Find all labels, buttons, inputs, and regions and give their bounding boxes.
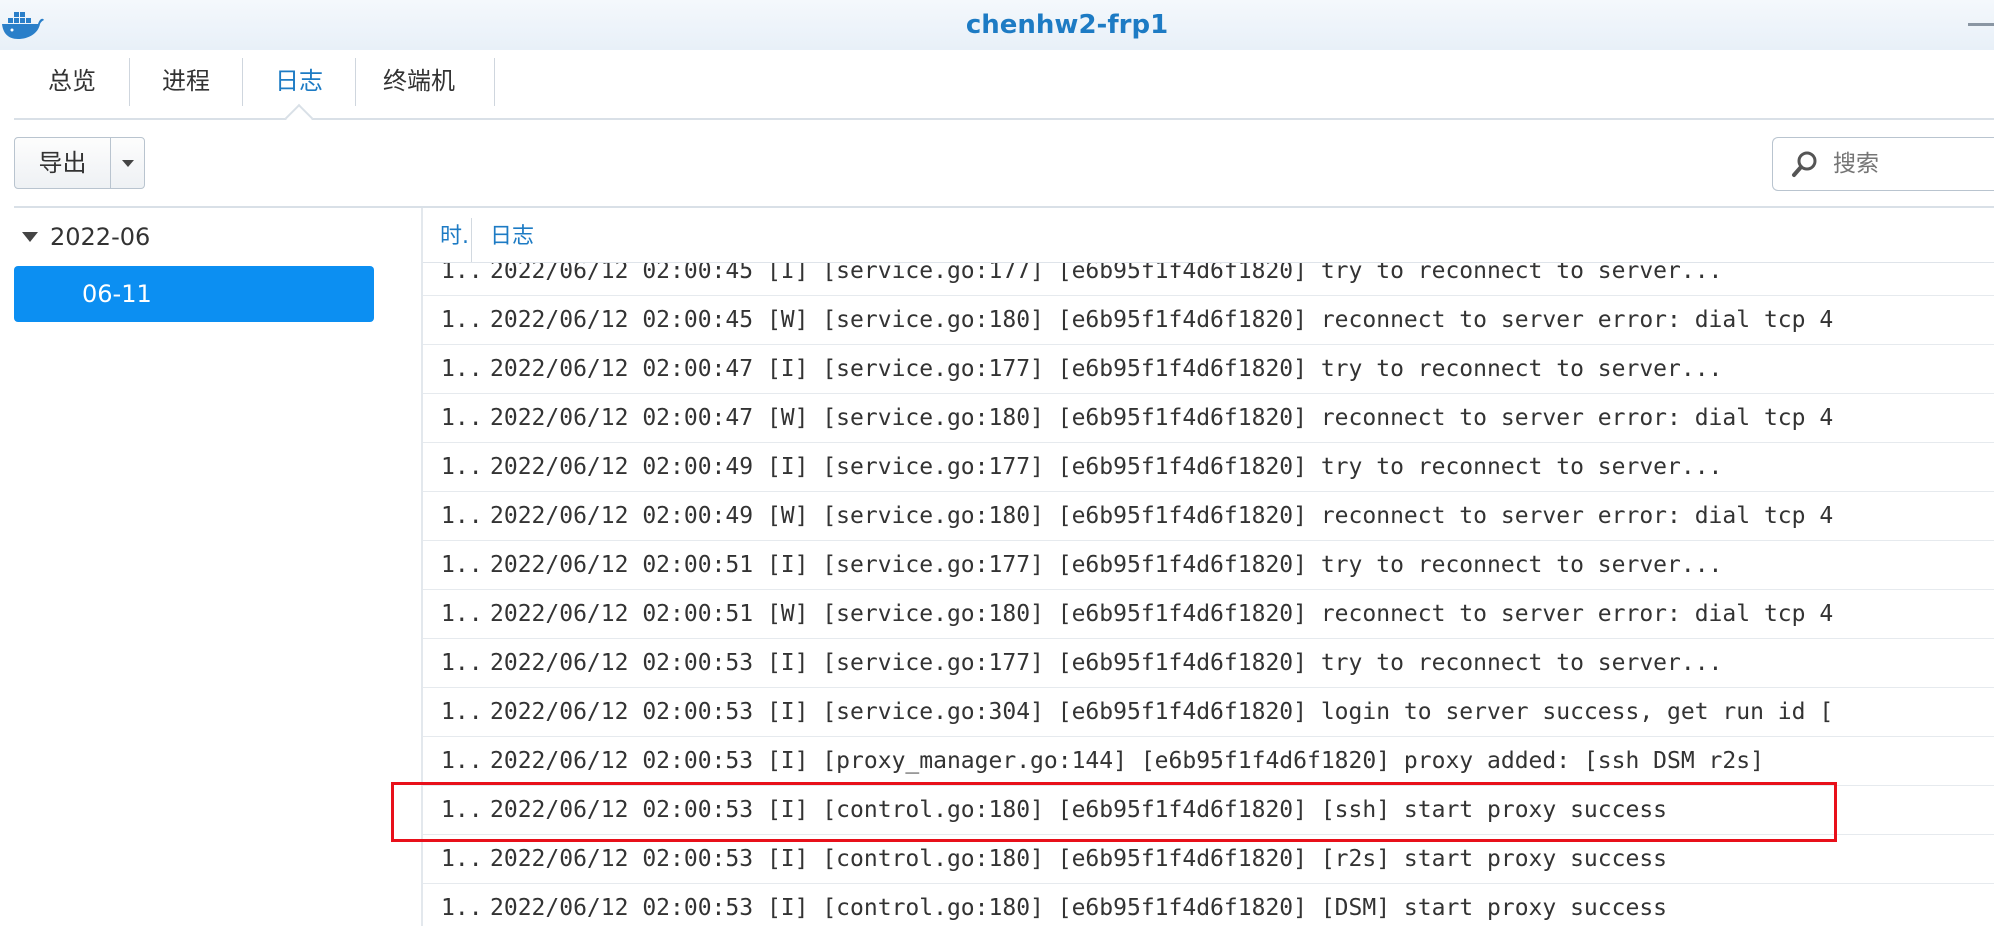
active-tab-indicator: [284, 103, 314, 133]
table-row[interactable]: 1.. 2022/06/12 02:00:53 [I] [control.go:1…: [423, 884, 1994, 926]
column-header-log[interactable]: 日志: [490, 212, 534, 262]
log-message-cell: 2022/06/12 02:00:53 [I] [service.go:177]…: [490, 650, 1723, 676]
toolbar-divider: [14, 206, 1994, 208]
log-message-cell: 2022/06/12 02:00:53 [I] [service.go:304]…: [490, 699, 1834, 725]
export-button-label[interactable]: 导出: [15, 138, 110, 188]
search-icon: [1792, 151, 1817, 177]
table-row[interactable]: 1.. 2022/06/12 02:00:47 [I] [service.go:1…: [423, 345, 1994, 394]
log-message-cell: 2022/06/12 02:00:53 [I] [control.go:180]…: [490, 895, 1668, 921]
log-time-cell: 1..: [441, 748, 483, 774]
tab-divider: [494, 58, 495, 106]
export-button[interactable]: 导出: [14, 137, 145, 189]
table-row[interactable]: 1.. 2022/06/12 02:00:51 [I] [service.go:1…: [423, 541, 1994, 590]
log-time-cell: 1..: [441, 552, 483, 578]
search-input[interactable]: [1833, 138, 1983, 190]
table-row[interactable]: 1.. 2022/06/12 02:00:53 [I] [proxy_manage…: [423, 737, 1994, 786]
log-time-cell: 1..: [441, 895, 483, 921]
table-row[interactable]: 1.. 2022/06/12 02:00:51 [W] [service.go:1…: [423, 590, 1994, 639]
log-message-cell: 2022/06/12 02:00:47 [W] [service.go:180]…: [490, 405, 1834, 431]
log-message-cell: 2022/06/12 02:00:45 [W] [service.go:180]…: [490, 307, 1834, 333]
log-time-cell: 1..: [441, 503, 483, 529]
log-message-cell: 2022/06/12 02:00:53 [I] [control.go:180]…: [490, 846, 1668, 872]
log-time-cell: 1..: [441, 454, 483, 480]
tree-node-year[interactable]: 2022-06: [50, 220, 150, 254]
table-row[interactable]: 1.. 2022/06/12 02:00:49 [I] [service.go:1…: [423, 443, 1994, 492]
tree-node-day-label: 06-11: [82, 280, 152, 308]
table-row[interactable]: 1.. 2022/06/12 02:00:45 [W] [service.go:1…: [423, 296, 1994, 345]
log-message-cell: 2022/06/12 02:00:47 [I] [service.go:177]…: [490, 356, 1723, 382]
log-time-cell: 1..: [441, 601, 483, 627]
log-message-cell: 2022/06/12 02:00:51 [I] [service.go:177]…: [490, 552, 1723, 578]
log-time-cell: 1..: [441, 699, 483, 725]
column-resize-handle[interactable]: [471, 218, 472, 262]
log-message-cell: 2022/06/12 02:00:49 [I] [service.go:177]…: [490, 454, 1723, 480]
minimize-icon[interactable]: [1968, 23, 1994, 26]
table-row[interactable]: 1.. 2022/06/12 02:00:53 [I] [service.go:3…: [423, 688, 1994, 737]
chevron-down-icon[interactable]: [22, 232, 38, 242]
chevron-down-icon[interactable]: [110, 138, 144, 188]
table-row[interactable]: 1.. 2022/06/12 02:00:47 [W] [service.go:1…: [423, 394, 1994, 443]
log-time-cell: 1..: [441, 650, 483, 676]
grid-header: 时. 日志: [423, 212, 1994, 263]
tab-process[interactable]: 进程: [130, 58, 242, 104]
table-row[interactable]: 1.. 2022/06/12 02:00:53 [I] [control.go:1…: [423, 835, 1994, 884]
log-message-cell: 2022/06/12 02:00:53 [I] [proxy_manager.g…: [490, 748, 1764, 774]
tab-terminal[interactable]: 终端机: [356, 58, 482, 104]
log-time-cell: 1..: [441, 405, 483, 431]
log-message-cell: 2022/06/12 02:00:49 [W] [service.go:180]…: [490, 503, 1834, 529]
log-time-cell: 1..: [441, 356, 483, 382]
column-header-time[interactable]: 时.: [440, 212, 469, 262]
table-row[interactable]: 1.. 2022/06/12 02:00:53 [I] [service.go:1…: [423, 639, 1994, 688]
tree-node-day-selected[interactable]: 06-11: [14, 266, 374, 322]
window-title: chenhw2-frp1: [965, 10, 1169, 40]
tab-log[interactable]: 日志: [243, 58, 355, 104]
highlight-box: [391, 782, 1837, 842]
table-row[interactable]: 1.. 2022/06/12 02:00:49 [W] [service.go:1…: [423, 492, 1994, 541]
tab-overview[interactable]: 总览: [14, 58, 130, 104]
log-message-cell: 2022/06/12 02:00:51 [W] [service.go:180]…: [490, 601, 1834, 627]
title-bar: chenhw2-frp1: [0, 0, 1994, 50]
log-time-cell: 1..: [441, 846, 483, 872]
log-time-cell: 1..: [441, 307, 483, 333]
search-box[interactable]: [1772, 137, 1994, 191]
